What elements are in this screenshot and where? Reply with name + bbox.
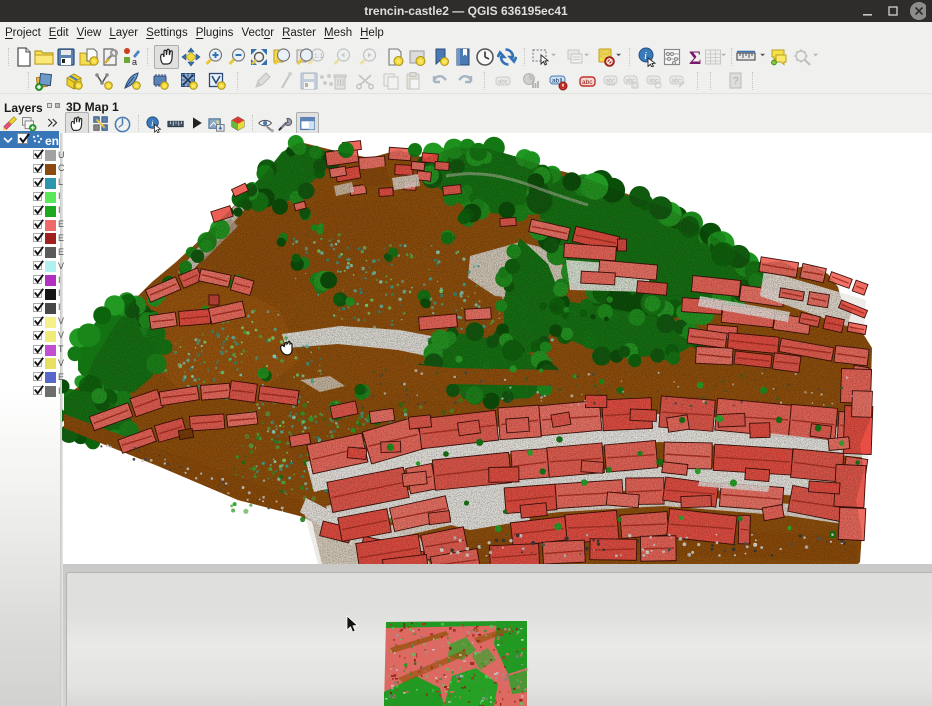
svg-text:ab: ab	[552, 78, 560, 85]
svg-text:abc: abc	[649, 79, 659, 85]
svg-text:?: ?	[733, 76, 739, 87]
svg-text:abc: abc	[498, 80, 508, 86]
svg-text:abc: abc	[606, 79, 616, 85]
svg-text:a: a	[132, 57, 137, 67]
svg-text:1:1: 1:1	[314, 53, 323, 60]
svg-text:abc: abc	[582, 79, 593, 86]
svg-text:abc: abc	[672, 79, 682, 85]
svg-text:i: i	[644, 50, 647, 62]
svg-text:Σ: Σ	[689, 48, 701, 67]
